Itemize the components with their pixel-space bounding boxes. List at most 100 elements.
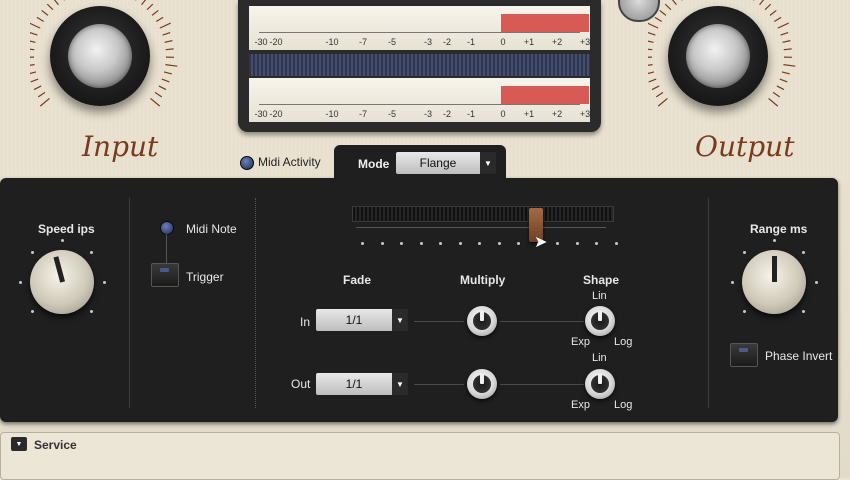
scale-tick — [37, 17, 44, 21]
scale-tick — [784, 49, 792, 50]
scale-tick — [152, 10, 158, 15]
range-knob-pointer — [772, 256, 777, 282]
fade-out-label: Out — [291, 377, 310, 391]
scale-tick — [671, 0, 676, 5]
knob-dot — [31, 251, 34, 254]
scale-tick — [649, 79, 656, 82]
scale-tick — [660, 10, 666, 15]
scale-tick — [160, 23, 171, 28]
meter-scale-label: -1 — [467, 109, 475, 119]
speed-knob[interactable] — [30, 250, 94, 314]
knob-dot — [103, 281, 106, 284]
meter-scale-label: -20 — [269, 109, 282, 119]
fade-in-dropdown[interactable]: 1/1 ▼ — [316, 309, 408, 331]
meter-top-red-zone — [501, 14, 589, 32]
scale-tick — [658, 98, 667, 106]
scale-tick — [770, 10, 776, 15]
meter-scale-label: 0 — [500, 37, 505, 47]
shape-out-log-label: Log — [614, 399, 632, 411]
shape-out-knob-pointer — [598, 374, 602, 384]
meter-scale-label: -5 — [388, 37, 396, 47]
connector-out-1 — [414, 384, 464, 385]
meter-scale-label: -5 — [388, 109, 396, 119]
multiply-out-knob[interactable] — [467, 369, 497, 399]
slider-rail — [356, 227, 606, 228]
shape-in-lin-label: Lin — [592, 290, 607, 302]
meter-scale-label: -3 — [424, 37, 432, 47]
slider-step-dot — [517, 242, 520, 245]
divider-3 — [708, 198, 709, 408]
scale-tick — [53, 0, 58, 5]
meter-scale-label: +1 — [524, 109, 534, 119]
shape-in-knob[interactable] — [585, 306, 615, 336]
shape-out-exp-label: Exp — [571, 399, 590, 411]
speed-label: Speed ips — [38, 222, 95, 236]
meter-scale-label: -30 — [254, 37, 267, 47]
scale-tick — [648, 41, 653, 43]
speed-knob-pointer — [53, 256, 64, 282]
meter-bottom: -30-20-10-7-5-3-2-10+1+2+3 — [249, 78, 590, 122]
service-toggle-button[interactable]: ▼ — [11, 437, 27, 451]
fade-in-value: 1/1 — [316, 313, 392, 327]
scale-tick — [163, 33, 171, 36]
range-label: Range ms — [750, 222, 807, 236]
scale-tick — [648, 49, 652, 50]
meter-top-scale — [259, 32, 580, 33]
scale-tick — [652, 86, 659, 90]
trigger-button[interactable] — [151, 263, 179, 287]
fade-out-dropdown[interactable]: 1/1 ▼ — [316, 373, 408, 395]
knob-dot — [19, 281, 22, 284]
scale-tick — [777, 86, 784, 90]
scale-tick — [30, 72, 36, 74]
midi-note-label: Midi Note — [186, 222, 237, 236]
shape-out-knob[interactable] — [585, 369, 615, 399]
range-knob[interactable] — [742, 250, 806, 314]
phase-invert-button[interactable] — [730, 343, 758, 367]
mode-dropdown[interactable]: Flange ▼ — [396, 152, 496, 174]
triangle-down-icon: ▼ — [16, 441, 23, 448]
meter-scale-label: 0 — [500, 109, 505, 119]
scale-tick — [648, 72, 654, 74]
meter-scale-label: -10 — [325, 109, 338, 119]
scale-tick — [774, 17, 781, 21]
scale-tick — [30, 33, 37, 36]
service-label: Service — [34, 438, 77, 452]
output-knob[interactable] — [668, 6, 768, 106]
phase-invert-indicator — [739, 348, 748, 352]
midi-trigger-link — [166, 234, 167, 264]
scale-tick — [30, 49, 34, 50]
scale-tick — [665, 4, 671, 10]
chevron-down-icon: ▼ — [392, 309, 408, 331]
scale-tick — [166, 49, 174, 50]
input-knob[interactable] — [50, 6, 150, 106]
output-knob-cap — [686, 24, 750, 88]
shape-header: Shape — [583, 273, 619, 287]
input-label: Input — [82, 130, 158, 163]
scale-tick — [30, 41, 35, 43]
meter-scale-label: +2 — [552, 37, 562, 47]
multiply-in-knob[interactable] — [467, 306, 497, 336]
mode-label: Mode — [358, 157, 389, 171]
knob-dot — [802, 251, 805, 254]
scale-tick — [781, 33, 789, 36]
scale-tick — [656, 92, 663, 96]
scale-tick — [648, 23, 658, 28]
service-section — [0, 432, 840, 480]
multiply-out-knob-pointer — [480, 374, 484, 384]
scale-tick — [38, 92, 45, 96]
scale-tick — [783, 65, 795, 67]
scale-tick — [30, 65, 35, 67]
scale-tick — [765, 4, 771, 10]
scale-tick — [655, 17, 662, 21]
scale-tick — [142, 0, 147, 5]
mode-slider-track[interactable] — [352, 206, 614, 222]
knob-dot — [90, 251, 93, 254]
midi-activity-led — [240, 156, 254, 170]
connector-out-2 — [500, 384, 584, 385]
scale-tick — [47, 4, 53, 10]
meter-scale-label: +3 — [580, 109, 590, 119]
meter-scale-label: -7 — [359, 109, 367, 119]
slider-step-dot — [478, 242, 481, 245]
knob-dot — [815, 281, 818, 284]
slider-step-dot — [420, 242, 423, 245]
